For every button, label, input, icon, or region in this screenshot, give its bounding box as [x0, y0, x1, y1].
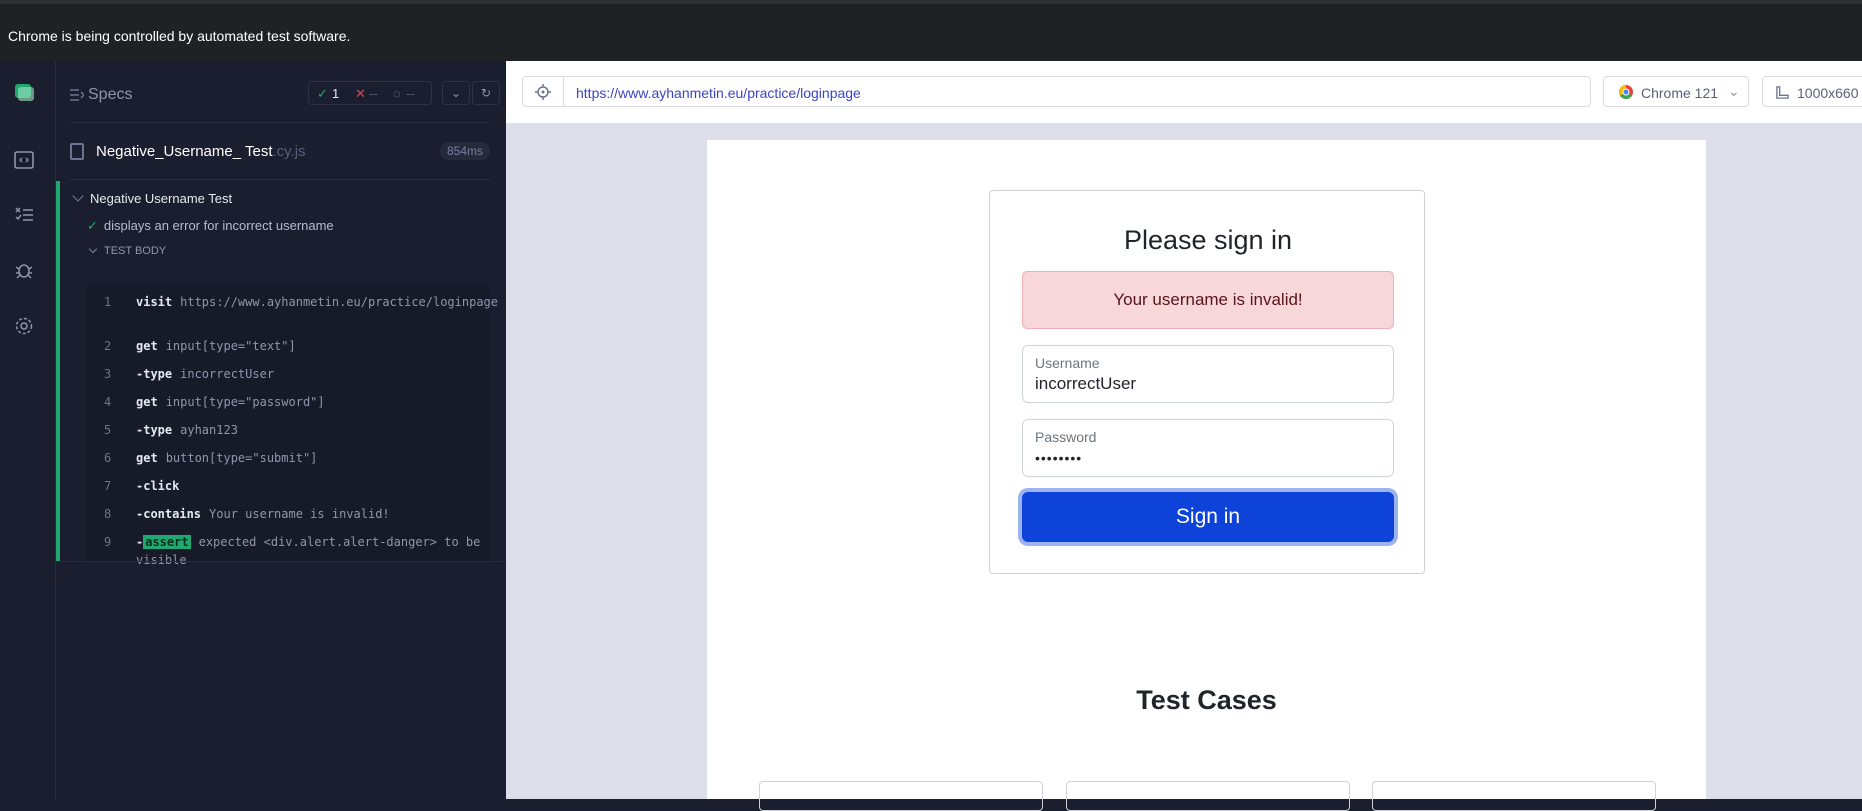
failed-count: -- [369, 86, 378, 101]
automation-message: Chrome is being controlled by automated … [8, 28, 351, 44]
chevron-down-icon: ⌄ [1728, 83, 1740, 99]
passed-check-icon: ✓ [317, 86, 328, 101]
test-title-row[interactable]: ✓ displays an error for incorrect usernam… [87, 218, 334, 234]
test-case-card [1066, 781, 1350, 811]
divider [56, 561, 506, 562]
viewport-size: 1000x660 [1797, 85, 1859, 101]
aut-frame: Please sign in Your username is invalid!… [506, 123, 1862, 811]
suite-title-row[interactable]: Negative Username Test [72, 190, 233, 206]
username-input[interactable]: incorrectUser [1035, 374, 1136, 394]
ruler-icon [1776, 86, 1789, 99]
pending-spinner-icon: ◌ [393, 86, 401, 101]
sign-in-button[interactable]: Sign in [1022, 492, 1394, 542]
assert-badge: assert [143, 535, 191, 549]
automation-banner: Chrome is being controlled by automated … [0, 0, 1862, 61]
test-stats: ✓ 1 ✕ -- ◌ -- [308, 81, 432, 105]
test-title: displays an error for incorrect username [103, 218, 334, 233]
specs-list-icon[interactable] [70, 89, 84, 101]
failed-x-icon: ✕ [355, 86, 366, 101]
url-toolbar: https://www.ayhanmetin.eu/practice/login… [506, 61, 1862, 123]
password-input[interactable]: •••••••• [1035, 450, 1082, 466]
username-label: Username [1035, 355, 1100, 371]
aut-url[interactable]: https://www.ayhanmetin.eu/practice/login… [563, 76, 1591, 107]
pass-check-icon: ✓ [87, 218, 98, 233]
test-case-card [759, 781, 1043, 811]
divider [70, 179, 490, 180]
viewport-selector[interactable]: 1000x660 [1762, 76, 1862, 107]
page-title: Please sign in [1123, 225, 1293, 255]
reporter-panel: Specs ✓ 1 ✕ -- ◌ -- ⌄ ↻ Negative_Usernam… [56, 61, 506, 799]
username-field[interactable]: Username incorrectUser [1022, 345, 1394, 403]
suite-title: Negative Username Test [90, 191, 233, 206]
browser-area: https://www.ayhanmetin.eu/practice/login… [506, 61, 1862, 811]
divider [70, 122, 490, 123]
chevron-down-icon [72, 190, 84, 202]
app-page: Please sign in Your username is invalid!… [707, 140, 1706, 811]
spec-extension: .cy.js [272, 143, 306, 160]
passed-count: 1 [332, 86, 340, 101]
chevron-down-icon [88, 244, 98, 254]
test-case-card [1372, 781, 1656, 811]
password-label: Password [1035, 429, 1097, 445]
settings-gear-icon[interactable] [13, 315, 35, 337]
specs-icon[interactable] [13, 149, 35, 171]
left-nav-rail [0, 61, 56, 799]
pending-count: -- [406, 86, 415, 101]
chrome-icon [1619, 85, 1633, 99]
password-field[interactable]: Password •••••••• [1022, 419, 1394, 477]
cypress-logo-icon[interactable] [13, 81, 35, 103]
debug-icon[interactable] [13, 259, 35, 281]
chevron-down-icon[interactable]: ⌄ [442, 81, 470, 105]
document-icon [70, 143, 84, 160]
specs-title[interactable]: Specs [88, 86, 132, 104]
specs-header: Specs ✓ 1 ✕ -- ◌ -- ⌄ ↻ [70, 79, 500, 109]
login-card: Please sign in Your username is invalid!… [989, 190, 1425, 574]
browser-selector[interactable]: Chrome 121 ⌄ [1603, 76, 1749, 107]
error-alert: Your username is invalid! [1022, 271, 1394, 329]
spec-duration: 854ms [439, 142, 490, 160]
test-cases-title: Test Cases [1136, 685, 1277, 715]
test-body-label: TEST BODY [104, 245, 167, 257]
command-log: 1 visit https://www.ayhanmetin.eu/practic… [86, 284, 498, 567]
command-row[interactable]: 1 visit https://www.ayhanmetin.eu/practic… [86, 293, 498, 331]
crosshair-icon [535, 84, 551, 100]
rerun-icon[interactable]: ↻ [472, 81, 500, 105]
spec-name: Negative_Username_ Test [96, 143, 273, 160]
browser-name: Chrome 121 [1641, 85, 1719, 101]
selector-playground-button[interactable] [522, 76, 564, 107]
runs-icon[interactable] [13, 204, 35, 226]
spec-file-header[interactable]: Negative_Username_ Test.cy.js 854ms [70, 140, 490, 164]
test-body-row[interactable]: TEST BODY [88, 244, 167, 257]
suite-block: Negative Username Test ✓ displays an erro… [56, 181, 506, 567]
